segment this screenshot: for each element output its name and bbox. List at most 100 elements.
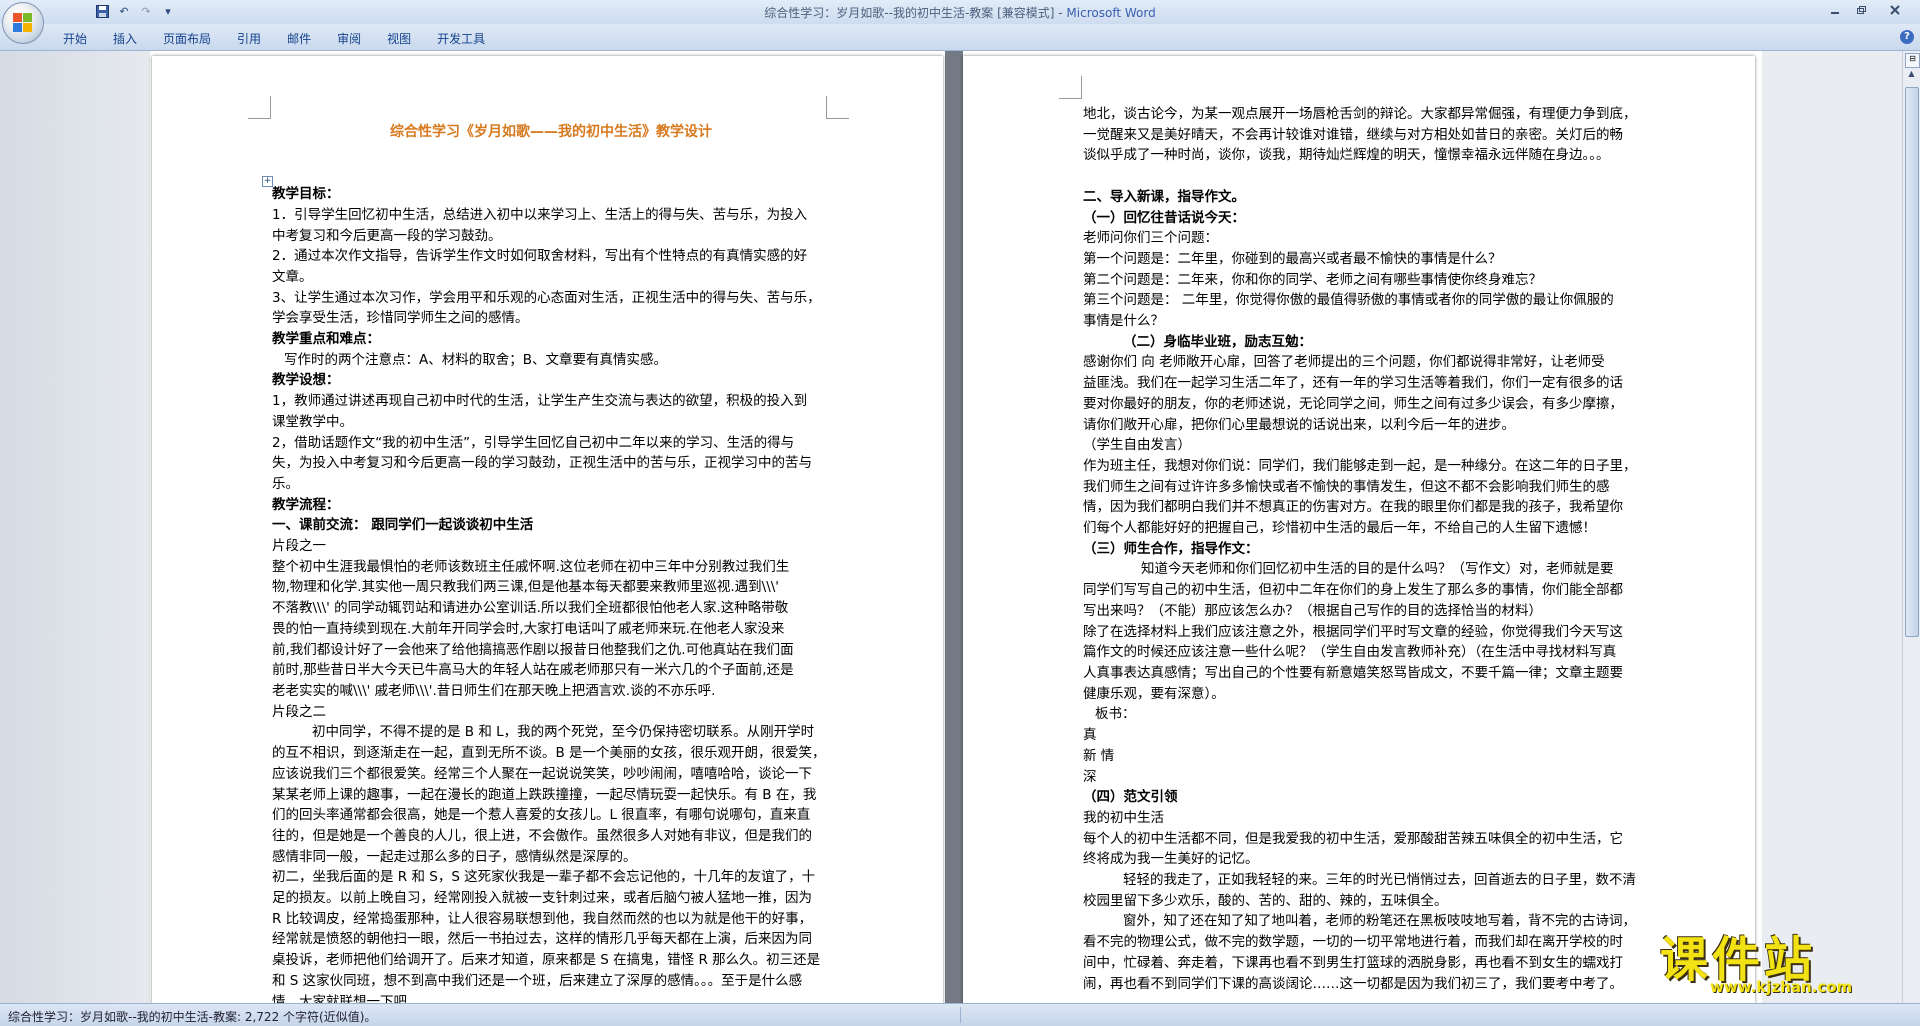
paragraph-line: （学生自由发言） <box>1083 437 1191 454</box>
paragraph-line: 知道今天老师和你们回忆初中生活的目的是什么吗？（写作文）对，老师就是要 <box>1141 561 1614 578</box>
paragraph-line: 深 <box>1083 768 1097 785</box>
paragraph-line: 请你们敞开心扉，把你们心里最想说的话说出来，以利今后一年的进步。 <box>1083 416 1515 433</box>
workspace-right-margin <box>1762 51 1920 1003</box>
paragraph-line: 足的损友。以前上晚自习，经常刚投入就被一支针刺过来，或者后脑勺被人猛地一推，因为 <box>272 890 812 907</box>
paragraph-line: 1．引导学生回忆初中生活，总结进入初中以来学习上、生活上的得与失、苦与乐，为投入 <box>272 206 808 223</box>
paragraph-line: 们每个人都能好好的把握自己，珍惜初中生活的最后一年，不给自己的人生留下遗憾！ <box>1083 520 1596 537</box>
status-divider <box>960 1007 961 1023</box>
crop-mark <box>826 96 849 119</box>
paragraph-line: 窗外，知了还在知了知了地叫着，老师的粉笔还在黑板吱吱地写着，背不完的古诗词， <box>1123 913 1636 930</box>
paragraph-line <box>272 143 830 164</box>
paragraph-line: 畏的怕一直持续到现在.大前年开同学会时,大家打电话叫了戚老师来玩.在他老人家没来 <box>272 620 785 637</box>
paragraph-line: 篇作文的时候还应该注意一些什么呢？（学生自由发言教师补充）（在生活中寻找材料写真 <box>1083 644 1617 661</box>
tab-mailings[interactable]: 邮件 <box>274 30 324 48</box>
paragraph-line: 教学重点和难点： <box>272 331 380 348</box>
paragraph-line: 健康乐观，要有深意）。 <box>1083 685 1225 702</box>
paragraph-line: 每个人的初中生活都不同，但是我爱我的初中生活，爱那酸甜苦辣五味俱全的初中生活，它 <box>1083 830 1623 847</box>
scrollbar-thumb[interactable] <box>1905 87 1919 637</box>
paragraph-line: 应该说我们三个都很爱笑。经常三个人聚在一起说说笑笑，吵吵闹闹，嘻嘻哈哈，谈论一下 <box>272 765 812 782</box>
office-button[interactable] <box>2 2 44 44</box>
paragraph-line: 老师问你们三个问题： <box>1083 230 1218 247</box>
watermark-logo: 课件站 www.kjzhan.com <box>1660 920 1915 1000</box>
tab-view[interactable]: 视图 <box>374 30 424 48</box>
paragraph-line: 写出来吗？（不能）那应该怎么办？（根据自己写作的目的选择恰当的材料） <box>1083 602 1542 619</box>
paragraph-line: 一、课前交流： 跟同学们一起谈谈初中生活 <box>272 517 534 534</box>
tab-home[interactable]: 开始 <box>50 30 100 48</box>
tab-references[interactable]: 引用 <box>224 30 274 48</box>
help-icon[interactable]: ? <box>1900 30 1914 44</box>
view-ruler-icon[interactable]: ⊟ <box>1905 53 1920 68</box>
close-icon[interactable] <box>1874 0 1916 20</box>
paragraph-line: 和 S 这家伙同班，想不到高中我们还是一个班，后来建立了深厚的感情。。。至于是什… <box>272 972 803 989</box>
document-title-heading: 综合性学习《岁月如歌——我的初中生活》教学设计 <box>390 124 712 140</box>
crop-mark <box>248 96 271 119</box>
paragraph-line: 前,我们都设计好了一会他来了给他搞搞恶作剧以报昔日他整我们之仇.可他真站在我们面 <box>272 641 794 658</box>
paragraph-line: 地北，谈古论今，为某一观点展开一场唇枪舌剑的辩论。大家都异常倔强，有理便力争到底… <box>1083 106 1637 122</box>
paragraph-line: 1，教师通过讲述再现自己初中时代的生活，让学生产生交流与表达的欲望，积极的投入到 <box>272 393 808 410</box>
paragraph-line: 初中同学，不得不提的是 B 和 L，我的两个死党，至今仍保持密切联系。从刚开学时 <box>312 724 815 741</box>
paragraph-line: 第一个问题是：二年里，你碰到的最高兴或者最不愉快的事情是什么？ <box>1083 250 1502 267</box>
paragraph-line: 2，借助话题作文“我的初中生活”，引导学生回忆自己初中二年以来的学习、生活的得与 <box>272 434 795 451</box>
paragraph-line: 教学流程： <box>272 496 340 513</box>
paragraph-line: 们的回头率通常都会很高，她是一个惹人喜爱的女孩儿。L 很直率，有哪句说哪句，直来… <box>272 807 811 824</box>
paragraph-line: 第三个问题是： 二年里，你觉得你傲的最值得骄傲的事情或者你的同学傲的最让你佩服的 <box>1083 292 1614 309</box>
workspace-left-margin <box>0 51 150 1003</box>
restore-icon[interactable] <box>1848 0 1874 20</box>
paragraph-line: 乐。 <box>272 475 299 492</box>
vertical-scrollbar[interactable]: ⊟ ▲ <box>1902 51 1920 1003</box>
paragraph-line: 要对你最好的朋友，你的老师述说，无论同学之间，师生之间有过多少误会，有多少摩擦， <box>1083 395 1623 412</box>
window-controls <box>1822 0 1916 20</box>
paragraph-line: 3、让学生通过本次习作，学会用平和乐观的心态面对生活，正视生活中的得与失、苦与乐… <box>272 289 821 306</box>
paragraph-line: 间中，忙碌着、奔走着，下课再也看不到男生打篮球的洒脱身影，再也看不到女生的蠕戏打 <box>1083 954 1623 971</box>
paragraph-line: 前时,那些昔日半大今天已牛高马大的年轻人站在戚老师那只有一米六几的个子面前,还是 <box>272 662 794 679</box>
paragraph-line: 同学们写写自己的初中生活，但初中二年在你们的身上发生了那么多的事情，你们能全部都 <box>1083 582 1623 599</box>
paragraph-line: 的互不相识，到逐渐走在一起，直到无所不谈。B 是一个美丽的女孩，很乐观开朗，很爱… <box>272 745 826 762</box>
app-name: Microsoft Word <box>1066 6 1156 20</box>
paragraph-line: 闹，再也看不到同学们下课的高谈阔论……这一切都是因为我们初三了，我们要考中考了。 <box>1083 975 1623 992</box>
status-text: 综合性学习：岁月如歌--我的初中生活-教案: 2,722 个字符(近似值)。 <box>8 1010 377 1024</box>
paragraph-line: 老老实实的喊\\\' 戚老师\\\'.昔日师生们在那天晚上把酒言欢.谈的不亦乐呼… <box>272 682 716 699</box>
paragraph-line: 物,物理和化学.其实他一周只教我们两三课,但是他基本每天都要来教师里巡视.遇到\… <box>272 579 780 596</box>
paragraph-line: 真 <box>1083 727 1097 744</box>
tab-developer[interactable]: 开发工具 <box>424 30 498 48</box>
paragraph-line: 某某老师上课的趣事，一起在漫长的跑道上跌跌撞撞，一起尽情玩耍一起快乐。有 B 在… <box>272 786 817 803</box>
paragraph-line: 片段之一 <box>272 538 326 555</box>
paragraph-line: （一）回忆往昔话说今天： <box>1083 209 1245 226</box>
paragraph-line: 第二个问题是：二年来，你和你的同学、老师之间有哪些事情使你终身难忘？ <box>1083 271 1542 288</box>
paragraph-line: 新 情 <box>1083 747 1115 764</box>
scroll-up-icon[interactable]: ▲ <box>1903 69 1920 83</box>
paragraph-line: 终将成为我一生美好的记忆。 <box>1083 851 1259 868</box>
paragraph-line: 事情是什么？ <box>1083 313 1164 330</box>
paragraph-line: 作为班主任，我想对你们说：同学们，我们能够走到一起，是一种缘分。在这二年的日子里… <box>1083 457 1637 474</box>
paragraph-line: 板书： <box>1095 706 1136 723</box>
page-2-text[interactable]: 地北，谈古论今，为某一观点展开一场唇枪舌剑的辩论。大家都异常倔强，有理便力争到底… <box>1083 104 1641 994</box>
document-page-2[interactable]: 地北，谈古论今，为某一观点展开一场唇枪舌剑的辩论。大家都异常倔强，有理便力争到底… <box>963 56 1755 1006</box>
paragraph-line: 初二，坐我后面的是 R 和 S，S 这死家伙我是一辈子都不会忘记他的，十几年的友… <box>272 869 816 886</box>
paragraph-line: 我们师生之间有过许许多多愉快或者不愉快的事情发生，但这不都不会影响我们师生的感 <box>1083 478 1610 495</box>
paragraph-line: 片段之二 <box>272 703 326 720</box>
window-title: 综合性学习：岁月如歌--我的初中生活-教案 [兼容模式] - Microsoft… <box>0 4 1920 21</box>
paragraph-line: （三）师生合作，指导作文： <box>1083 540 1259 557</box>
paragraph-line: 谈似乎成了一种时尚，谈你，谈我，期待灿烂辉煌的明天，憧憬幸福永远伴随在身边。。。 <box>1083 147 1610 164</box>
paragraph-line <box>1083 166 1641 187</box>
paragraph-line: 情，因为我们都明白我们并不想真正的伤害对方。在我的眼里你们都是我的孩子，我希望你 <box>1083 499 1623 516</box>
paragraph-line: 文章。 <box>272 268 313 285</box>
paragraph-line: 往的，但是她是一个善良的人儿，很上进，不会傲作。虽然很多人对她有非议，但是我们的 <box>272 827 812 844</box>
tab-review[interactable]: 审阅 <box>324 30 374 48</box>
document-page-1[interactable]: + 综合性学习《岁月如歌——我的初中生活》教学设计 教学目标： 1．引导学生回忆初… <box>152 56 943 1006</box>
title-bar: ↶ ↷ ▾ 综合性学习：岁月如歌--我的初中生活-教案 [兼容模式] - Mic… <box>0 0 1920 24</box>
paragraph-line: 人真事表达真感情；写出自己的个性要有新意嬉笑怒骂皆成文，不要千篇一律；文章主题要 <box>1083 664 1623 681</box>
paragraph-line <box>272 163 830 184</box>
ribbon: 开始 插入 页面布局 引用 邮件 审阅 视图 开发工具 ? <box>0 24 1920 51</box>
paragraph-line: 感情非同一般，一起走过那么多的日子，感情纵然是深厚的。 <box>272 848 637 865</box>
paragraph-line: 一觉醒来又是美好晴天，不会再计较谁对谁错，继续与对方相处如昔日的亲密。关灯后的畅 <box>1083 126 1623 143</box>
paragraph-line: 写作时的两个注意点：A、材料的取舍；B、文章要有真情实感。 <box>284 351 667 368</box>
document-title: 综合性学习：岁月如歌--我的初中生活-教案 [兼容模式] - <box>764 6 1067 20</box>
paragraph-line: 经常就是愤怒的朝他扫一眼，然后一书拍过去，这样的情形几乎每天都在上演，后来因为同 <box>272 931 812 948</box>
paragraph-line: 我的初中生活 <box>1083 809 1164 826</box>
page-1-text[interactable]: 综合性学习《岁月如歌——我的初中生活》教学设计 教学目标： 1．引导学生回忆初中生… <box>272 122 830 1006</box>
minimize-icon[interactable] <box>1822 0 1848 20</box>
page-gap <box>945 51 963 1003</box>
tab-insert[interactable]: 插入 <box>100 30 150 48</box>
tab-page-layout[interactable]: 页面布局 <box>150 30 224 48</box>
